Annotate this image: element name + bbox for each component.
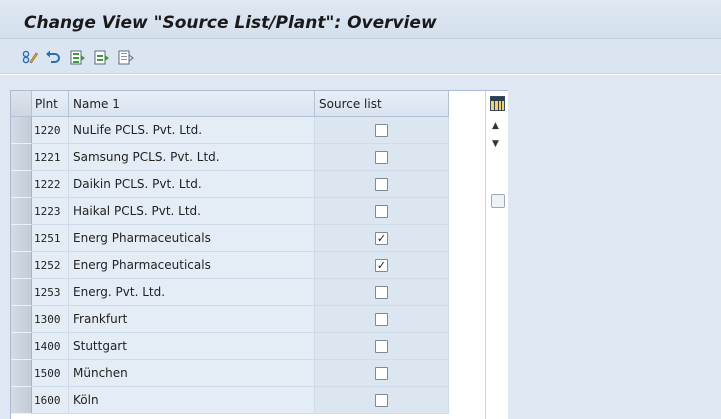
cell-name: Energ Pharmaceuticals [69, 252, 315, 279]
deselect-all-icon [118, 50, 134, 64]
checkmark-icon: ✓ [376, 232, 387, 245]
select-all-icon [70, 50, 85, 64]
cell-source-list [315, 279, 449, 306]
select-all-button[interactable] [69, 49, 87, 65]
select-block-icon [94, 50, 109, 64]
row-selector[interactable] [11, 144, 32, 171]
cell-source-list [315, 144, 449, 171]
table-row: 1400 Stuttgart [11, 333, 449, 360]
row-selector[interactable] [11, 117, 32, 144]
display-change-button[interactable] [21, 49, 39, 65]
table-row: 1253 Energ. Pvt. Ltd. [11, 279, 449, 306]
source-list-checkbox[interactable]: ✓ [375, 232, 388, 245]
application-toolbar [0, 39, 721, 74]
column-header-name[interactable]: Name 1 [69, 91, 315, 117]
cell-plant: 1221 [32, 144, 69, 171]
cell-name: Daikin PCLS. Pvt. Ltd. [69, 171, 315, 198]
cell-source-list [315, 333, 449, 360]
cell-source-list [315, 171, 449, 198]
row-selector[interactable] [11, 252, 32, 279]
row-selector[interactable] [11, 198, 32, 225]
vertical-scrollbar[interactable]: ▲ ▼ [485, 91, 508, 419]
cell-name: München [69, 360, 315, 387]
row-selector[interactable] [11, 225, 32, 252]
table-control: Plnt Name 1 Source list 1220 NuLife PCLS.… [10, 90, 508, 419]
cell-name: NuLife PCLS. Pvt. Ltd. [69, 117, 315, 144]
row-selector[interactable] [11, 387, 32, 414]
table-settings-icon[interactable] [490, 96, 505, 111]
source-list-checkbox[interactable] [375, 205, 388, 218]
cell-plant: 1253 [32, 279, 69, 306]
row-selector[interactable] [11, 360, 32, 387]
table-row: 1300 Frankfurt [11, 306, 449, 333]
source-list-checkbox[interactable] [375, 313, 388, 326]
cell-source-list: ✓ [315, 252, 449, 279]
deselect-all-button[interactable] [117, 49, 135, 65]
source-list-checkbox[interactable]: ✓ [375, 259, 388, 272]
cell-plant: 1400 [32, 333, 69, 360]
cell-plant: 1500 [32, 360, 69, 387]
select-all-rows-corner[interactable] [11, 91, 32, 117]
table-row: 1220 NuLife PCLS. Pvt. Ltd. [11, 117, 449, 144]
source-list-checkbox[interactable] [375, 124, 388, 137]
cell-name: Köln [69, 387, 315, 414]
cell-source-list [315, 387, 449, 414]
cell-name: Energ. Pvt. Ltd. [69, 279, 315, 306]
select-block-button[interactable] [93, 49, 111, 65]
undo-button[interactable] [44, 49, 62, 65]
cell-source-list [315, 360, 449, 387]
cell-name: Frankfurt [69, 306, 315, 333]
row-selector[interactable] [11, 171, 32, 198]
cell-name: Haikal PCLS. Pvt. Ltd. [69, 198, 315, 225]
table-row: 1222 Daikin PCLS. Pvt. Ltd. [11, 171, 449, 198]
scroll-down-icon[interactable]: ▼ [492, 139, 499, 149]
cell-plant: 1220 [32, 117, 69, 144]
source-list-checkbox[interactable] [375, 286, 388, 299]
cell-plant: 1223 [32, 198, 69, 225]
scroll-up-icon[interactable]: ▲ [492, 121, 499, 131]
source-list-checkbox[interactable] [375, 151, 388, 164]
cell-name: Stuttgart [69, 333, 315, 360]
source-list-checkbox[interactable] [375, 394, 388, 407]
cell-source-list [315, 117, 449, 144]
cell-name: Energ Pharmaceuticals [69, 225, 315, 252]
table-row: 1251 Energ Pharmaceuticals ✓ [11, 225, 449, 252]
table-row: 1221 Samsung PCLS. Pvt. Ltd. [11, 144, 449, 171]
column-header-source-list[interactable]: Source list [315, 91, 449, 117]
table-row: 1223 Haikal PCLS. Pvt. Ltd. [11, 198, 449, 225]
cell-name: Samsung PCLS. Pvt. Ltd. [69, 144, 315, 171]
cell-plant: 1251 [32, 225, 69, 252]
cell-plant: 1222 [32, 171, 69, 198]
cell-plant: 1300 [32, 306, 69, 333]
source-list-checkbox[interactable] [375, 367, 388, 380]
undo-icon [46, 50, 60, 63]
page-title: Change View "Source List/Plant": Overvie… [24, 13, 437, 33]
row-selector[interactable] [11, 306, 32, 333]
row-selector[interactable] [11, 279, 32, 306]
table-row: 1500 München [11, 360, 449, 387]
cell-source-list: ✓ [315, 225, 449, 252]
row-selector[interactable] [11, 333, 32, 360]
source-list-checkbox[interactable] [375, 178, 388, 191]
cell-plant: 1600 [32, 387, 69, 414]
table-row: 1252 Energ Pharmaceuticals ✓ [11, 252, 449, 279]
table-row: 1600 Köln [11, 387, 449, 414]
content-area: Plnt Name 1 Source list 1220 NuLife PCLS.… [0, 75, 721, 419]
cell-source-list [315, 306, 449, 333]
cell-plant: 1252 [32, 252, 69, 279]
checkmark-icon: ✓ [376, 259, 387, 272]
column-header-plant[interactable]: Plnt [32, 91, 69, 117]
cell-source-list [315, 198, 449, 225]
scrollbar-thumb[interactable] [491, 194, 505, 208]
title-bar: Change View "Source List/Plant": Overvie… [0, 0, 721, 39]
display-change-icon [22, 50, 38, 64]
source-list-checkbox[interactable] [375, 340, 388, 353]
